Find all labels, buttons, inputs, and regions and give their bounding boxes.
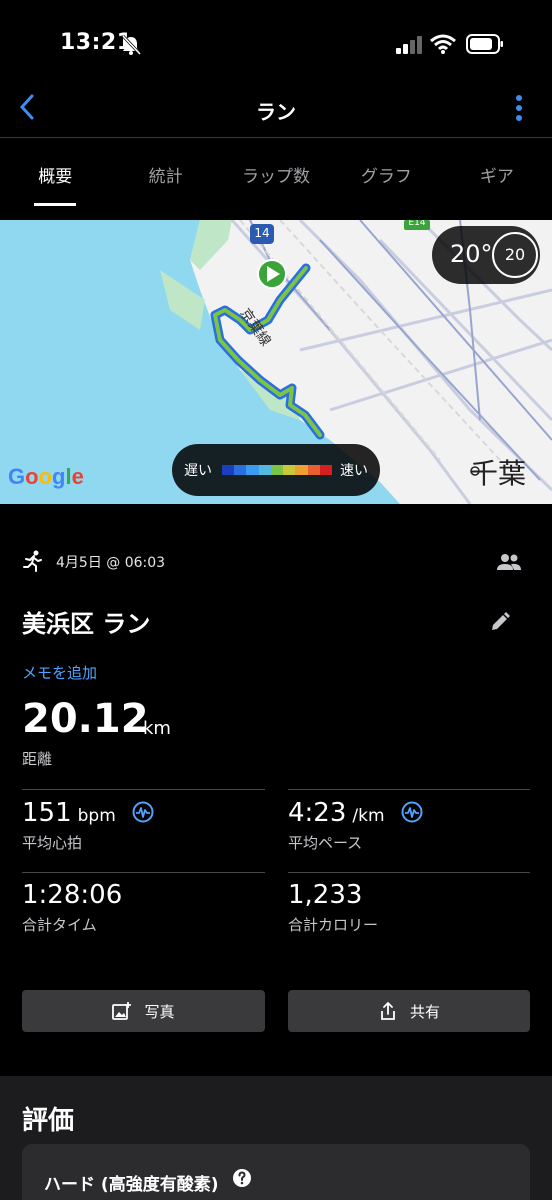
pace-color-scale xyxy=(222,465,332,475)
people-icon[interactable] xyxy=(496,550,522,574)
avg-heart-rate-stat: 151 bpm 平均心拍 xyxy=(22,798,154,853)
activity-name: 美浜区 ラン xyxy=(22,610,151,638)
pace-color-segment xyxy=(295,465,308,475)
top-app-bar: ラン xyxy=(0,80,552,138)
distance-value: 20.12 xyxy=(22,696,149,742)
divider xyxy=(22,789,265,790)
temperature-value: 20° xyxy=(450,240,493,268)
tab-gear[interactable]: ギア xyxy=(442,138,552,220)
distance-label: 距離 xyxy=(22,750,53,768)
more-options-icon[interactable] xyxy=(514,94,524,122)
rating-section: 評価 ハード (高強度有酸素) xyxy=(0,1076,552,1200)
heart-rate-label: 平均心拍 xyxy=(22,834,83,852)
pace-label: 平均ペース xyxy=(288,834,363,852)
pace-chart-icon[interactable] xyxy=(401,801,423,823)
route-map[interactable]: 14 E14 京葉線 Google 千葉 20° 20 遅い 速い xyxy=(0,220,552,504)
help-icon[interactable] xyxy=(232,1168,252,1188)
pace-unit: /km xyxy=(352,806,385,826)
city-label: 千葉 xyxy=(470,457,527,490)
calories-label: 合計カロリー xyxy=(288,916,379,934)
photo-button-label: 写真 xyxy=(144,1002,175,1021)
pace-color-segment xyxy=(283,465,296,475)
bell-off-icon xyxy=(121,34,142,56)
activity-date: 4月5日 @ 06:03 xyxy=(56,555,166,571)
cellular-signal-icon xyxy=(396,36,422,54)
pace-color-segment xyxy=(234,465,247,475)
runner-icon xyxy=(23,550,42,572)
share-button-label: 共有 xyxy=(409,1002,440,1021)
expressway-badge: E14 xyxy=(408,220,426,228)
google-logo: Google xyxy=(8,464,84,489)
weather-badge: 20° 20 xyxy=(432,226,540,284)
pace-color-segment xyxy=(319,465,332,475)
tab-overview[interactable]: 概要 xyxy=(0,138,110,220)
pace-color-segment xyxy=(307,465,320,475)
tab-graph[interactable]: グラフ xyxy=(331,138,441,220)
training-effect-label: ハード (高強度有酸素) xyxy=(44,1175,219,1195)
route-14-badge: 14 xyxy=(254,226,270,240)
wifi-icon xyxy=(430,34,456,54)
activity-meta: 4月5日 @ 06:03 xyxy=(22,548,522,576)
heart-rate-unit: bpm xyxy=(77,806,116,826)
tab-laps[interactable]: ラップ数 xyxy=(221,138,331,220)
tab-bar: 概要 統計 ラップ数 グラフ ギア xyxy=(0,138,552,220)
pace-color-segment xyxy=(270,465,284,475)
divider xyxy=(288,789,530,790)
total-time-stat: 1:28:06 合計タイム xyxy=(22,880,122,935)
distance-unit: km xyxy=(143,718,171,739)
edit-pencil-icon[interactable] xyxy=(488,610,512,634)
add-memo-link[interactable]: メモを追加 xyxy=(22,662,97,683)
heart-rate-value: 151 xyxy=(22,798,72,828)
share-button[interactable]: 共有 xyxy=(288,990,530,1032)
pace-color-segment xyxy=(246,465,259,475)
avg-pace-stat: 4:23/km 平均ペース xyxy=(288,798,423,853)
divider xyxy=(288,872,530,873)
add-photo-icon xyxy=(112,1002,132,1020)
rating-title: 評価 xyxy=(22,1106,75,1136)
battery-icon xyxy=(466,34,503,54)
add-photo-button[interactable]: 写真 xyxy=(22,990,265,1032)
pace-legend: 遅い 速い xyxy=(172,444,380,496)
legend-slow-label: 遅い xyxy=(184,463,212,479)
total-time-value: 1:28:06 xyxy=(22,880,123,910)
heart-rate-chart-icon[interactable] xyxy=(132,801,154,823)
pace-value: 4:23 xyxy=(288,798,347,828)
total-time-label: 合計タイム xyxy=(22,916,97,934)
pace-color-segment xyxy=(258,465,271,475)
divider xyxy=(22,872,265,873)
page-title: ラン xyxy=(256,100,296,124)
tab-stats[interactable]: 統計 xyxy=(110,138,220,220)
wind-indicator-icon: 20 xyxy=(492,232,538,278)
pace-color-segment xyxy=(222,465,235,475)
calories-value: 1,233 xyxy=(288,880,363,910)
training-effect-card[interactable]: ハード (高強度有酸素) xyxy=(22,1144,530,1200)
legend-fast-label: 速い xyxy=(340,463,368,479)
share-icon xyxy=(381,1002,395,1020)
status-bar: 13:21 xyxy=(0,0,552,80)
wind-speed-value: 20 xyxy=(504,245,526,264)
calories-stat: 1,233 合計カロリー xyxy=(288,880,378,935)
